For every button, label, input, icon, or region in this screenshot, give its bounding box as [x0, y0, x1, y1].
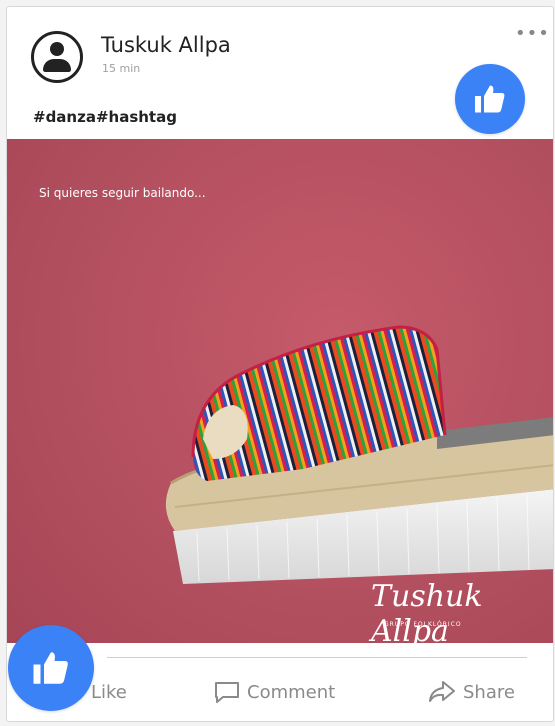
more-dots-icon[interactable]: ••• — [515, 23, 550, 44]
brand-logo-text: Tushuk Allpa — [371, 579, 483, 643]
like-label: Like — [91, 681, 127, 703]
action-divider — [107, 657, 527, 658]
floating-like-button-top[interactable] — [455, 64, 525, 134]
like-button[interactable]: Like — [91, 677, 127, 707]
post-image[interactable]: Si quieres seguir bailando... Tushuk All… — [7, 139, 553, 643]
user-avatar-icon[interactable] — [31, 31, 83, 83]
share-button[interactable]: Share — [427, 677, 515, 707]
thumbs-up-icon — [475, 85, 505, 113]
thumbs-up-icon — [33, 652, 68, 684]
image-caption: Si quieres seguir bailando... — [39, 186, 206, 200]
comment-bubble-icon — [215, 682, 239, 703]
comment-label: Comment — [247, 681, 336, 703]
share-arrow-icon — [429, 681, 455, 702]
post-time: 15 min — [102, 62, 141, 75]
shoe-illustration — [165, 325, 553, 584]
brand-subtitle: GRUPO FOLKLÓRICO — [384, 621, 462, 628]
avatar-body — [43, 59, 71, 72]
share-label: Share — [463, 681, 515, 703]
author-name[interactable]: Tuskuk Allpa — [101, 33, 231, 57]
post-hashtags[interactable]: #danza#hashtag — [33, 108, 177, 126]
avatar-head — [50, 42, 64, 56]
comment-button[interactable]: Comment — [213, 677, 335, 707]
floating-like-button-bottom[interactable] — [8, 625, 94, 711]
